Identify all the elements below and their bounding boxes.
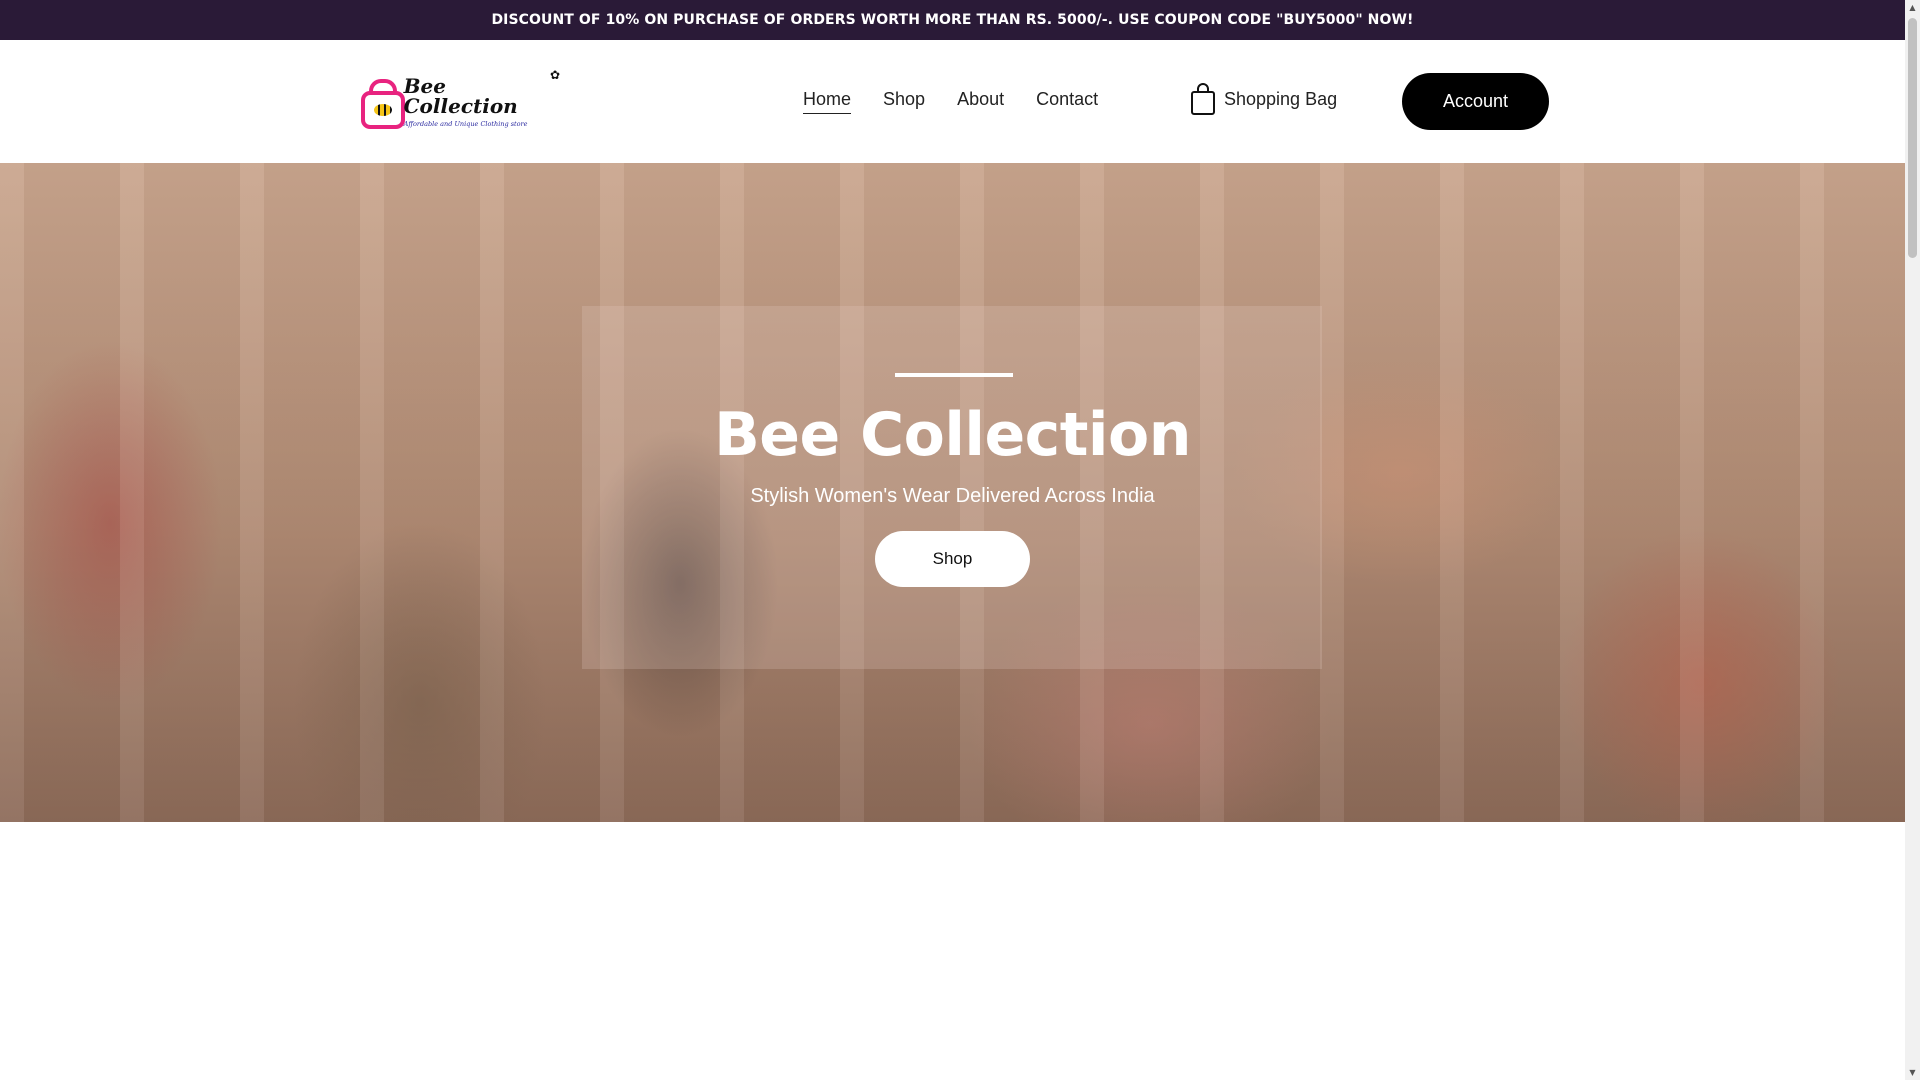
account-button[interactable]: Account [1402, 73, 1549, 130]
shopping-bag-icon [1191, 83, 1215, 115]
scroll-up-icon[interactable]: ▲ [1905, 0, 1920, 15]
nav-home[interactable]: Home [803, 89, 852, 114]
shopping-bag-logo-icon [358, 79, 405, 129]
logo-title: Bee Collection [403, 74, 518, 119]
hero-shop-button[interactable]: Shop [875, 531, 1030, 587]
main-nav: Home Shop About Contact [803, 89, 1098, 114]
hero-banner: Bee Collection Stylish Women's Wear Deli… [0, 163, 1905, 822]
scroll-down-icon[interactable]: ▼ [1905, 1065, 1920, 1080]
site-header: Bee Collection Affordable and Unique Clo… [0, 40, 1905, 163]
shopping-bag-link[interactable]: Shopping Bag [1190, 82, 1337, 116]
flying-bee-icon: ✿ [549, 68, 560, 83]
nav-shop[interactable]: Shop [883, 89, 925, 114]
site-logo[interactable]: Bee Collection Affordable and Unique Clo… [358, 69, 560, 129]
hero-divider [895, 373, 1013, 377]
bee-icon [374, 104, 392, 116]
announcement-bar: DISCOUNT OF 10% ON PURCHASE OF ORDERS WO… [0, 0, 1905, 40]
nav-contact[interactable]: Contact [1036, 89, 1098, 114]
announcement-text: DISCOUNT OF 10% ON PURCHASE OF ORDERS WO… [491, 12, 1414, 28]
page-scrollbar[interactable]: ▲ ▼ [1905, 0, 1920, 1080]
hero-title: Bee Collection [714, 400, 1191, 470]
shopping-bag-label: Shopping Bag [1224, 88, 1338, 109]
nav-about[interactable]: About [957, 89, 1004, 114]
logo-tagline: Affordable and Unique Clothing store [403, 120, 528, 129]
page: DISCOUNT OF 10% ON PURCHASE OF ORDERS WO… [0, 0, 1905, 1080]
scrollbar-thumb[interactable] [1908, 18, 1917, 258]
hero-subtitle: Stylish Women's Wear Delivered Across In… [750, 485, 1155, 507]
